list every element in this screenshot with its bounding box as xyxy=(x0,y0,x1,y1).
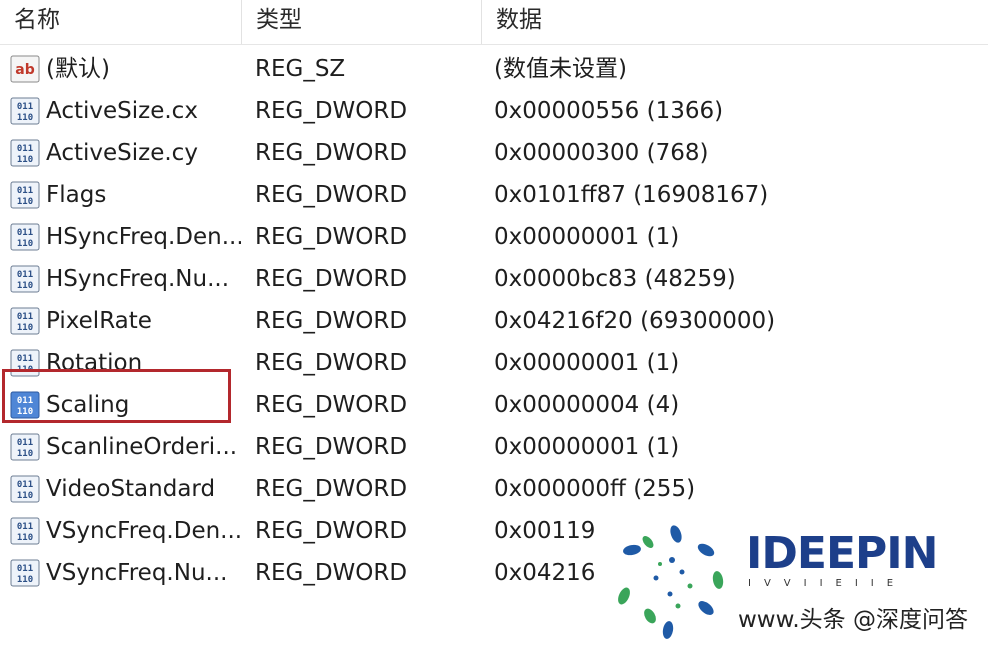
value-data: (数值未设置) xyxy=(494,56,627,82)
svg-text:110: 110 xyxy=(17,197,33,207)
reg-binary-icon: 011 110 xyxy=(10,559,40,587)
value-name: HSyncFreq.Nu... xyxy=(46,266,230,292)
spiral-logo-icon xyxy=(618,525,724,639)
watermark: IDEEPIN IVVIIEIIE www.头条 @深度问答 xyxy=(610,520,988,650)
registry-value-row[interactable]: 011 110 HSyncFreq.Nu... REG_DWORD 0x0000bc83… xyxy=(0,258,988,300)
value-data: 0x00000556 (1366) xyxy=(494,98,724,124)
svg-text:011: 011 xyxy=(17,144,33,154)
svg-text:110: 110 xyxy=(17,323,33,333)
value-type: REG_SZ xyxy=(255,56,346,82)
registry-value-row[interactable]: 011 110 ActiveSize.cy REG_DWORD 0x00000300 (… xyxy=(0,132,988,174)
value-name: VideoStandard xyxy=(46,476,216,502)
value-name: Flags xyxy=(46,182,107,208)
svg-text:110: 110 xyxy=(17,113,33,123)
svg-text:110: 110 xyxy=(17,449,33,459)
value-name: HSyncFreq.Den... xyxy=(46,224,241,250)
value-type: REG_DWORD xyxy=(255,518,408,544)
value-data: 0x04216f20 (69300000) xyxy=(494,308,776,334)
svg-text:011: 011 xyxy=(17,354,33,364)
value-type: REG_DWORD xyxy=(255,182,408,208)
value-name: VSyncFreq.Nu... xyxy=(46,560,228,586)
value-data: 0x04216 xyxy=(494,560,596,586)
highlight-box xyxy=(2,369,231,423)
value-name: PixelRate xyxy=(46,308,152,334)
svg-text:ab: ab xyxy=(15,62,34,78)
reg-binary-icon: 011 110 xyxy=(10,139,40,167)
svg-text:011: 011 xyxy=(17,438,33,448)
svg-text:110: 110 xyxy=(17,491,33,501)
watermark-strip: IVVIIEIIE xyxy=(748,578,907,589)
svg-text:110: 110 xyxy=(17,575,33,585)
value-type: REG_DWORD xyxy=(255,350,408,376)
svg-text:110: 110 xyxy=(17,533,33,543)
reg-binary-icon: 011 110 xyxy=(10,433,40,461)
value-data: 0x00119 xyxy=(494,518,596,544)
registry-value-row[interactable]: 011 110 VideoStandard REG_DWORD 0x000000ff (… xyxy=(0,468,988,510)
svg-text:011: 011 xyxy=(17,480,33,490)
registry-value-row[interactable]: ab (默认) REG_SZ (数值未设置) xyxy=(0,48,988,90)
svg-text:110: 110 xyxy=(17,155,33,165)
value-type: REG_DWORD xyxy=(255,224,408,250)
watermark-caption: www.头条 @深度问答 xyxy=(738,607,968,633)
value-type: REG_DWORD xyxy=(255,98,408,124)
svg-text:011: 011 xyxy=(17,186,33,196)
registry-value-row[interactable]: 011 110 ActiveSize.cx REG_DWORD 0x00000556 (… xyxy=(0,90,988,132)
svg-text:110: 110 xyxy=(17,239,33,249)
value-data: 0x00000300 (768) xyxy=(494,140,709,166)
column-header-data[interactable]: 数据 xyxy=(481,0,988,44)
svg-text:011: 011 xyxy=(17,564,33,574)
value-data: 0x0000bc83 (48259) xyxy=(494,266,736,292)
registry-value-row[interactable]: 011 110 Flags REG_DWORD 0x0101ff87 (16908167… xyxy=(0,174,988,216)
value-type: REG_DWORD xyxy=(255,392,408,418)
svg-text:011: 011 xyxy=(17,522,33,532)
reg-binary-icon: 011 110 xyxy=(10,307,40,335)
svg-text:011: 011 xyxy=(17,270,33,280)
reg-binary-icon: 011 110 xyxy=(10,265,40,293)
svg-text:011: 011 xyxy=(17,312,33,322)
column-header: 名称 类型 数据 xyxy=(0,0,988,45)
svg-text:011: 011 xyxy=(17,102,33,112)
value-type: REG_DWORD xyxy=(255,308,408,334)
value-name: ScanlineOrderi... xyxy=(46,434,238,460)
value-data: 0x00000001 (1) xyxy=(494,224,680,250)
value-type: REG_DWORD xyxy=(255,434,408,460)
value-type: REG_DWORD xyxy=(255,560,408,586)
reg-sz-icon: ab xyxy=(10,55,40,83)
reg-binary-icon: 011 110 xyxy=(10,181,40,209)
reg-binary-icon: 011 110 xyxy=(10,517,40,545)
column-header-name[interactable]: 名称 xyxy=(0,0,241,44)
reg-binary-icon: 011 110 xyxy=(10,475,40,503)
value-data: 0x000000ff (255) xyxy=(494,476,696,502)
registry-value-list: ab (默认) REG_SZ (数值未设置) 011 110 ActiveSize.cx RE… xyxy=(0,48,988,594)
registry-value-row[interactable]: 011 110 HSyncFreq.Den... REG_DWORD 0x0000000… xyxy=(0,216,988,258)
value-type: REG_DWORD xyxy=(255,476,408,502)
reg-binary-icon: 011 110 xyxy=(10,223,40,251)
value-data: 0x0101ff87 (16908167) xyxy=(494,182,769,208)
value-data: 0x00000001 (1) xyxy=(494,350,680,376)
value-name: ActiveSize.cy xyxy=(46,140,198,166)
svg-text:110: 110 xyxy=(17,281,33,291)
value-type: REG_DWORD xyxy=(255,140,408,166)
value-data: 0x00000001 (1) xyxy=(494,434,680,460)
column-header-type[interactable]: 类型 xyxy=(241,0,481,44)
registry-value-row[interactable]: 011 110 ScanlineOrderi... REG_DWORD 0x000000… xyxy=(0,426,988,468)
svg-text:011: 011 xyxy=(17,228,33,238)
value-name: ActiveSize.cx xyxy=(46,98,198,124)
value-type: REG_DWORD xyxy=(255,266,408,292)
reg-binary-icon: 011 110 xyxy=(10,97,40,125)
registry-value-row[interactable]: 011 110 PixelRate REG_DWORD 0x04216f20 (6930… xyxy=(0,300,988,342)
value-data: 0x00000004 (4) xyxy=(494,392,680,418)
value-name: VSyncFreq.Den... xyxy=(46,518,241,544)
value-name: (默认) xyxy=(46,56,110,82)
watermark-brand: IDEEPIN xyxy=(746,528,938,579)
